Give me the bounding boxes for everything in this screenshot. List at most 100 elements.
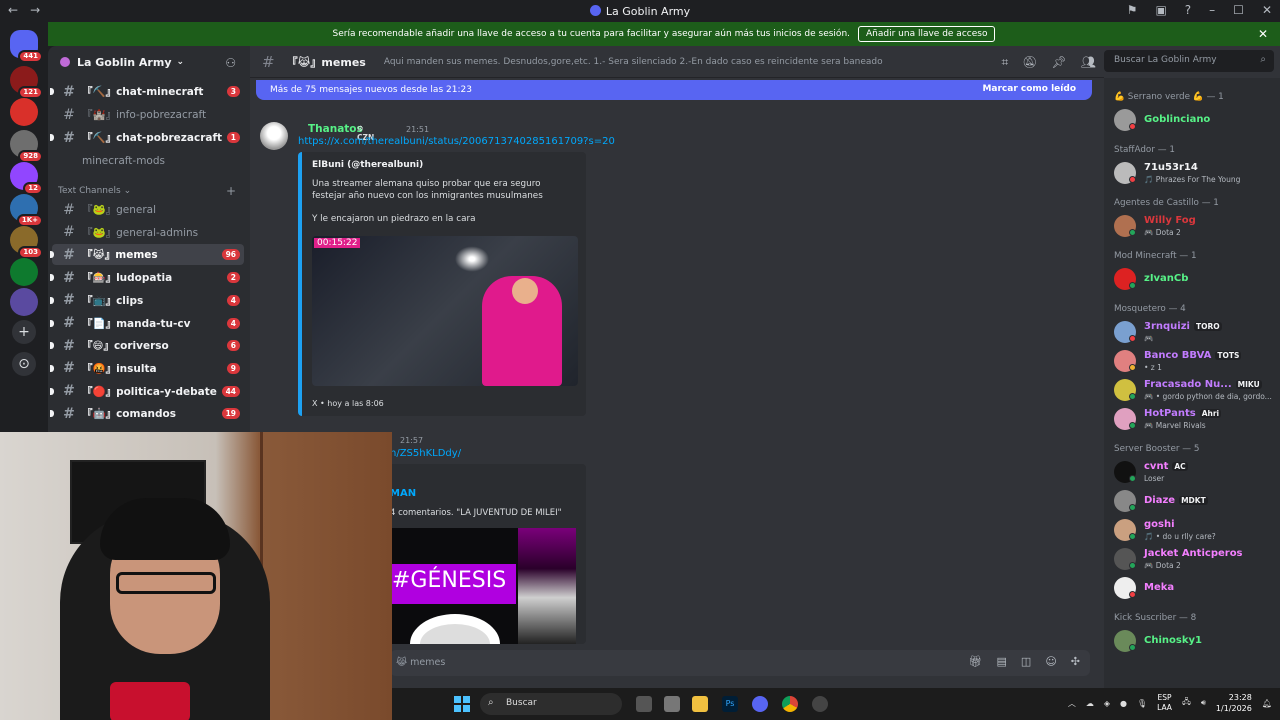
member-item[interactable]: Banco BBVA TOTS • z 1 [1112, 347, 1278, 375]
server-icon[interactable]: 121 [10, 66, 43, 99]
file-explorer-icon[interactable] [692, 696, 708, 712]
gif-icon[interactable]: ▤ [997, 655, 1007, 668]
tray-app-icon[interactable]: ☁ [1086, 699, 1094, 708]
member-item[interactable]: zIvanCb [1112, 265, 1278, 293]
member-item[interactable]: Jacket Anticperos 🎮 Dota 2 [1112, 545, 1278, 573]
mention-count: 1 [226, 132, 240, 143]
member-item[interactable]: cvnt AC Loser [1112, 458, 1278, 486]
server-icon[interactable]: 103 [10, 226, 43, 259]
member-item[interactable]: Chinosky1 [1112, 627, 1278, 655]
member-item[interactable]: Meka [1112, 574, 1278, 602]
server-icon[interactable]: 928 [10, 130, 43, 163]
notifications-icon[interactable]: 🔔︎ [1262, 699, 1272, 708]
member-list: 💪 Serrano verde 💪 — 1 Goblinciano StaffAdo… [1104, 78, 1280, 688]
task-view-icon[interactable] [636, 696, 652, 712]
maximize-icon[interactable]: ☐ [1233, 3, 1244, 17]
member-item[interactable]: 71u53r14 🎵 Phrazes For The Young [1112, 159, 1278, 187]
member-activity: 🎮 Marvel Rivals [1144, 421, 1206, 430]
close-icon[interactable]: ✕ [1262, 3, 1272, 17]
channel-item[interactable]: # 『🤖』comandos 19 [50, 403, 244, 424]
member-item[interactable]: Goblinciano [1112, 106, 1278, 134]
message-link[interactable]: n/ZS5hKLDdy/ [390, 448, 461, 459]
add-channel-icon[interactable]: + [226, 184, 236, 198]
help-icon[interactable]: ? [1185, 3, 1191, 17]
mark-read-button[interactable]: Marcar como leído [982, 84, 1076, 94]
embed-author[interactable]: ElBuni (@therealbuni) [312, 160, 423, 170]
channel-item[interactable]: # 『⛏️』chat-minecraft 3 [50, 81, 244, 102]
embed-video-thumbnail[interactable]: 00:15:22 [312, 236, 578, 386]
channel-item[interactable]: # 『🐸』general [52, 199, 244, 220]
screen-icon[interactable]: ▣ [1155, 3, 1166, 17]
sticker-icon[interactable]: ◫ [1021, 655, 1031, 668]
gift-icon[interactable]: 🎁︎ [969, 655, 983, 668]
pin-icon[interactable]: 📌︎ [1052, 55, 1067, 70]
message-author[interactable]: Thanatos [308, 123, 363, 135]
channel-item[interactable]: # 『🏰』info-pobrezacraft [52, 104, 244, 125]
server-rail: 441 121 928 12 1K+ 103 + ⊙ [0, 22, 48, 432]
embed-author[interactable]: MAN [390, 488, 416, 499]
server-icon[interactable] [10, 288, 38, 316]
member-item[interactable]: Diaze MDKT [1112, 487, 1278, 515]
discover-icon[interactable]: ⊙ [12, 352, 36, 376]
obs-icon[interactable] [812, 696, 828, 712]
member-item[interactable]: goshi 🎵 • do u rlly care? [1112, 516, 1278, 544]
server-icon[interactable]: 441 [10, 30, 43, 63]
chevron-up-icon[interactable]: ︿ [1068, 698, 1076, 709]
channel-item[interactable]: # 『🤬』insulta 9 [50, 358, 244, 379]
inbox-icon[interactable]: ⚑ [1127, 3, 1138, 17]
clock[interactable]: 23:28 1/1/2026 [1216, 692, 1252, 714]
windows-start-icon[interactable] [454, 696, 470, 712]
server-icon[interactable]: 1K+ [10, 194, 43, 227]
channel-item[interactable]: # 『😹』memes 96 [50, 244, 244, 266]
message-link[interactable]: https://x.com/therealbuni/status/2006713… [298, 136, 615, 147]
minimize-icon[interactable]: – [1209, 3, 1215, 17]
close-notice-icon[interactable]: ✕ [1258, 27, 1268, 41]
channel-item[interactable]: # 『🔴』politica-y-debate 44 [50, 381, 244, 402]
discord-taskbar-icon[interactable] [752, 696, 768, 712]
microphone [110, 682, 190, 720]
add-server-icon[interactable]: + [12, 320, 36, 344]
server-header[interactable]: La Goblin Army ⌄ ⚇ [48, 46, 250, 78]
channel-item[interactable]: # 『😄』coriverso 6 [50, 335, 244, 356]
search-input[interactable]: Buscar La Goblin Army ⌕ [1104, 50, 1274, 72]
channel-item[interactable]: # 『📄』manda-tu-cv 4 [50, 313, 244, 334]
category-header[interactable]: Text Channels ⌄ + [58, 184, 236, 198]
status-indicator [1129, 591, 1136, 598]
volume-icon[interactable]: 🔊︎ [1201, 698, 1206, 708]
channel-item[interactable]: # 『📺』clips 4 [50, 290, 244, 311]
taskbar-search[interactable]: ⌕ Buscar [480, 693, 622, 715]
language-indicator[interactable]: ESP LAA [1157, 693, 1172, 713]
tray-shield-icon[interactable]: ◈ [1104, 699, 1110, 708]
threads-icon[interactable]: ⌗ [1002, 55, 1009, 70]
member-activity: 🎮 Dota 2 [1144, 561, 1181, 570]
channel-item[interactable]: # 『🐸』general-admins [52, 222, 244, 243]
member-item[interactable]: Fracasado Nu... MIKU 🎮 • gordo python de d… [1112, 376, 1278, 404]
server-icon[interactable]: 12 [10, 162, 43, 195]
emoji-icon[interactable]: ☺ [1045, 655, 1056, 668]
members-icon[interactable]: 👥︎ [1081, 55, 1096, 70]
message-input[interactable]: 😹 memes 🎁︎ ▤ ◫ ☺ ✣ [390, 650, 1090, 676]
new-messages-bar[interactable]: Más de 75 mensajes nuevos desde las 21:2… [256, 80, 1092, 100]
mute-bell-icon[interactable]: 🔕︎ [1022, 55, 1037, 70]
channel-topic[interactable]: Aqui manden sus memes. Desnudos,gore,etc… [384, 57, 883, 67]
channel-item[interactable]: # 『⛏️』chat-pobrezacraft 1 [50, 127, 244, 148]
channel-item[interactable]: minecraft-mods [52, 150, 244, 171]
invite-icon[interactable]: ⚇ [225, 56, 236, 70]
server-icon[interactable] [10, 98, 38, 126]
photoshop-icon[interactable]: Ps [722, 696, 738, 712]
tray-discord-icon[interactable]: ● [1120, 699, 1127, 708]
member-item[interactable]: HotPants Ahri 🎮 Marvel Rivals [1112, 405, 1278, 433]
member-activity: • z 1 [1144, 363, 1162, 372]
avatar[interactable] [260, 122, 288, 150]
channel-item[interactable]: # 『🎰』ludopatia 2 [50, 267, 244, 288]
app-icon[interactable] [664, 696, 680, 712]
member-item[interactable]: 3rnquizi TORO 🎮 [1112, 318, 1278, 346]
add-passkey-button[interactable]: Añadir una llave de acceso [858, 26, 996, 42]
mic-icon[interactable]: 🎙︎ [1137, 699, 1147, 708]
server-icon[interactable] [10, 258, 38, 286]
apps-icon[interactable]: ✣ [1071, 655, 1080, 668]
network-icon[interactable]: 🖧 [1182, 696, 1191, 710]
member-item[interactable]: Willy Fog 🎮 Dota 2 [1112, 212, 1278, 240]
embed-image[interactable]: #GÉNESIS [390, 528, 576, 644]
chrome-icon[interactable] [782, 696, 798, 712]
